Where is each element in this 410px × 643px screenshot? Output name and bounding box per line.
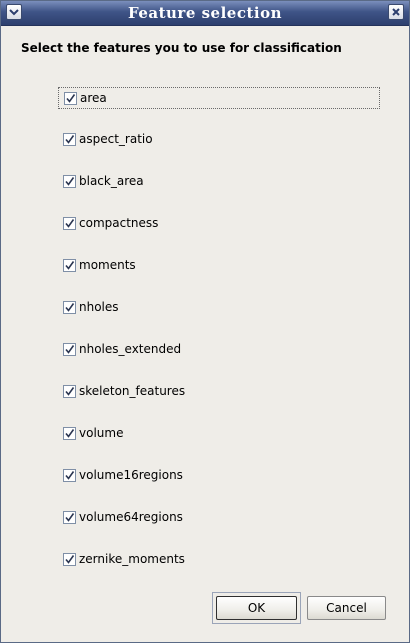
checkmark-icon <box>65 429 75 438</box>
feature-label: compactness <box>79 216 159 230</box>
checkbox[interactable] <box>63 175 76 188</box>
feature-row-nholes-extended[interactable]: nholes_extended <box>58 339 380 361</box>
feature-row-volume64regions[interactable]: volume64regions <box>58 507 380 529</box>
checkbox[interactable] <box>63 259 76 272</box>
feature-row-black-area[interactable]: black_area <box>58 171 380 193</box>
checkmark-icon <box>65 303 75 312</box>
instruction-text: Select the features you to use for class… <box>21 41 342 55</box>
checkmark-icon <box>65 177 75 186</box>
feature-label: nholes_extended <box>79 342 182 356</box>
checkmark-icon <box>65 513 75 522</box>
checkmark-icon <box>65 261 75 270</box>
cancel-button[interactable]: Cancel <box>307 596 386 620</box>
checkbox[interactable] <box>64 92 77 105</box>
feature-row-skeleton-features[interactable]: skeleton_features <box>58 381 380 403</box>
checkbox[interactable] <box>63 343 76 356</box>
feature-row-moments[interactable]: moments <box>58 255 380 277</box>
checkmark-icon <box>65 387 75 396</box>
checkbox[interactable] <box>63 553 76 566</box>
checkbox[interactable] <box>63 217 76 230</box>
feature-label: black_area <box>79 174 144 188</box>
checkmark-icon <box>65 555 75 564</box>
feature-row-volume[interactable]: volume <box>58 423 380 445</box>
checkbox[interactable] <box>63 301 76 314</box>
checkbox[interactable] <box>63 511 76 524</box>
checkmark-icon <box>65 219 75 228</box>
feature-label: volume <box>79 426 124 440</box>
feature-label: aspect_ratio <box>79 132 153 146</box>
feature-label: area <box>80 91 107 105</box>
feature-row-volume16regions[interactable]: volume16regions <box>58 465 380 487</box>
checkmark-icon <box>66 94 76 103</box>
feature-row-nholes[interactable]: nholes <box>58 297 380 319</box>
feature-row-zernike-moments[interactable]: zernike_moments <box>58 549 380 571</box>
close-icon <box>392 8 400 16</box>
checkmark-icon <box>65 345 75 354</box>
feature-label: volume64regions <box>79 510 183 524</box>
feature-label: skeleton_features <box>79 384 186 398</box>
ok-button[interactable]: OK <box>216 596 297 620</box>
checkmark-icon <box>65 135 75 144</box>
window-title: Feature selection <box>128 4 282 22</box>
feature-label: volume16regions <box>79 468 183 482</box>
feature-label: zernike_moments <box>79 552 185 566</box>
feature-row-aspect-ratio[interactable]: aspect_ratio <box>58 129 380 151</box>
feature-row-compactness[interactable]: compactness <box>58 213 380 235</box>
close-button[interactable] <box>388 4 404 20</box>
checkmark-icon <box>65 471 75 480</box>
feature-label: moments <box>79 258 136 272</box>
checkbox[interactable] <box>63 385 76 398</box>
title-bar[interactable]: Feature selection <box>1 1 409 26</box>
feature-row-area[interactable]: area <box>58 87 380 109</box>
feature-label: nholes <box>79 300 119 314</box>
checkbox[interactable] <box>63 469 76 482</box>
checkbox[interactable] <box>63 427 76 440</box>
feature-selection-dialog: Feature selection Select the features yo… <box>0 0 410 643</box>
checkbox[interactable] <box>63 133 76 146</box>
